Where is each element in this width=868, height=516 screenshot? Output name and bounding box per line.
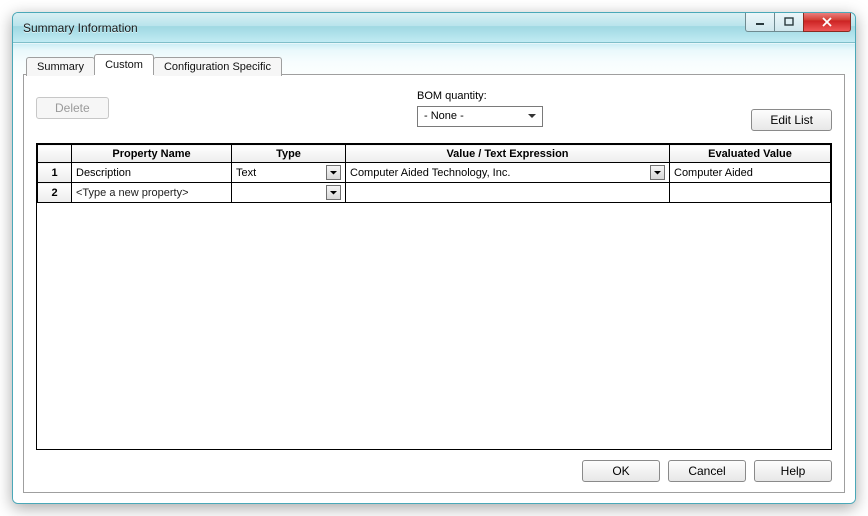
summary-information-window: Summary Information Summary Custom Confi… bbox=[12, 12, 856, 504]
row-number-cell[interactable]: 1 bbox=[38, 163, 72, 183]
type-cell[interactable] bbox=[232, 183, 346, 203]
close-button[interactable] bbox=[803, 12, 851, 32]
window-title: Summary Information bbox=[23, 21, 138, 35]
bom-quantity-value: - None - bbox=[424, 110, 464, 122]
bom-quantity-group: BOM quantity: - None - bbox=[417, 90, 543, 127]
table-row: 1 Description Text Computer Aided T bbox=[38, 163, 831, 183]
cancel-button[interactable]: Cancel bbox=[668, 460, 746, 482]
dialog-buttons: OK Cancel Help bbox=[36, 460, 832, 482]
grid-empty-area bbox=[37, 203, 831, 449]
value-cell-text: Computer Aided Technology, Inc. bbox=[350, 167, 510, 179]
value-cell[interactable] bbox=[346, 183, 670, 203]
top-controls-row: Delete BOM quantity: - None - Edit List bbox=[36, 85, 832, 131]
help-button[interactable]: Help bbox=[754, 460, 832, 482]
col-value[interactable]: Value / Text Expression bbox=[346, 145, 670, 163]
evaluated-cell bbox=[670, 183, 831, 203]
edit-list-button[interactable]: Edit List bbox=[751, 109, 832, 131]
client-area: Summary Custom Configuration Specific De… bbox=[13, 43, 855, 503]
tab-panel-custom: Delete BOM quantity: - None - Edit List bbox=[23, 74, 845, 493]
window-controls bbox=[745, 12, 851, 32]
dropdown-icon[interactable] bbox=[326, 185, 341, 200]
maximize-button[interactable] bbox=[774, 12, 804, 32]
chevron-down-icon bbox=[524, 108, 540, 124]
property-name-cell[interactable]: Description bbox=[72, 163, 232, 183]
col-property-name[interactable]: Property Name bbox=[72, 145, 232, 163]
bom-quantity-label: BOM quantity: bbox=[417, 90, 487, 102]
delete-button[interactable]: Delete bbox=[36, 97, 109, 119]
grid-header-row: Property Name Type Value / Text Expressi… bbox=[38, 145, 831, 163]
minimize-button[interactable] bbox=[745, 12, 775, 32]
bom-quantity-dropdown[interactable]: - None - bbox=[417, 106, 543, 127]
dropdown-icon[interactable] bbox=[326, 165, 341, 180]
dropdown-icon[interactable] bbox=[650, 165, 665, 180]
tab-configuration-specific[interactable]: Configuration Specific bbox=[153, 57, 282, 76]
tabstrip: Summary Custom Configuration Specific bbox=[23, 52, 845, 75]
grid-corner-cell[interactable] bbox=[38, 145, 72, 163]
type-cell[interactable]: Text bbox=[232, 163, 346, 183]
type-cell-value: Text bbox=[236, 167, 256, 179]
col-type[interactable]: Type bbox=[232, 145, 346, 163]
properties-grid: Property Name Type Value / Text Expressi… bbox=[36, 143, 832, 450]
ok-button[interactable]: OK bbox=[582, 460, 660, 482]
table-row: 2 <Type a new property> bbox=[38, 183, 831, 203]
row-number-cell[interactable]: 2 bbox=[38, 183, 72, 203]
titlebar: Summary Information bbox=[13, 13, 855, 43]
value-cell[interactable]: Computer Aided Technology, Inc. bbox=[346, 163, 670, 183]
tab-summary[interactable]: Summary bbox=[26, 57, 95, 76]
evaluated-cell: Computer Aided bbox=[670, 163, 831, 183]
col-evaluated[interactable]: Evaluated Value bbox=[670, 145, 831, 163]
property-name-cell[interactable]: <Type a new property> bbox=[72, 183, 232, 203]
tab-custom[interactable]: Custom bbox=[94, 54, 154, 75]
